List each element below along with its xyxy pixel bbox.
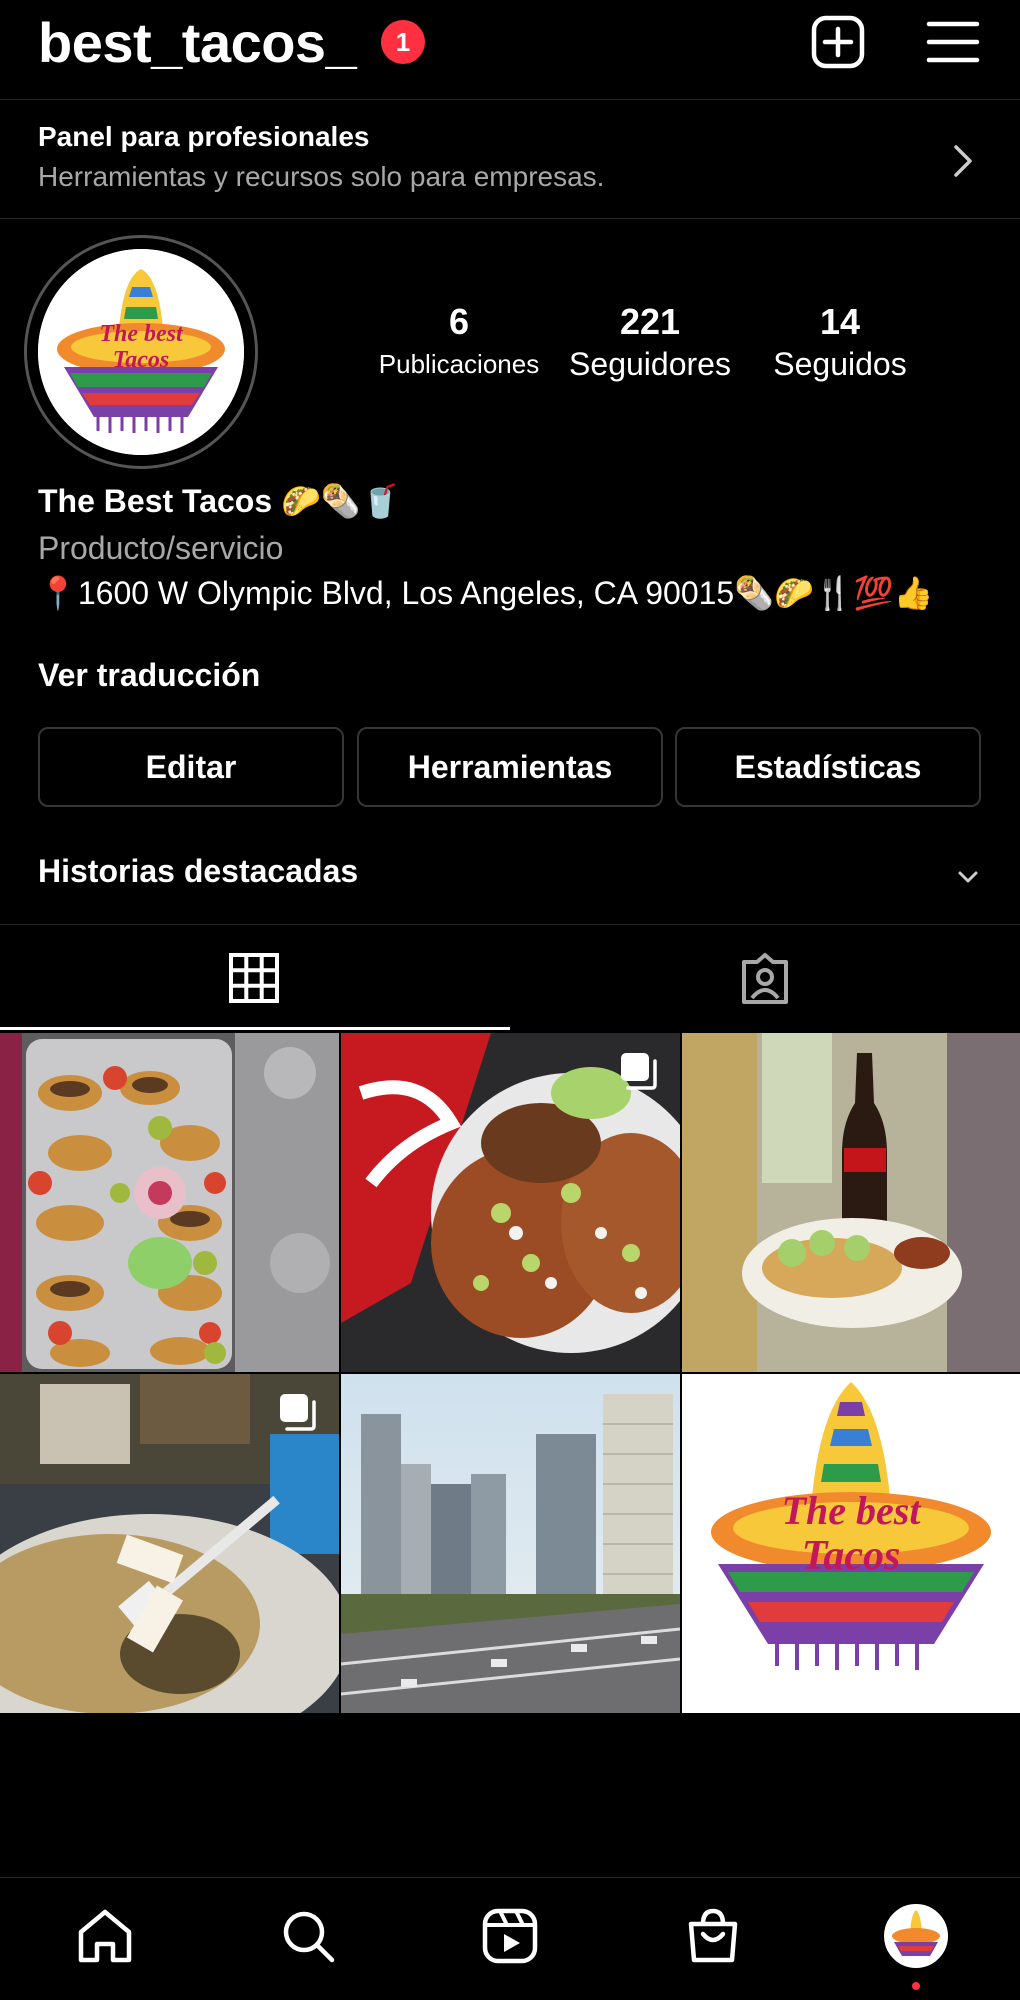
logo-post-text-line1: The best — [782, 1488, 923, 1533]
hamburger-menu-icon[interactable] — [925, 14, 981, 70]
stat-followers[interactable]: 221 Seguidores — [555, 300, 745, 384]
highlights-label: Historias destacadas — [38, 853, 359, 889]
notification-badge[interactable]: 1 — [381, 20, 425, 64]
logo-post-image: The best Tacos — [682, 1374, 1020, 1713]
stat-posts[interactable]: 6 Publicaciones — [370, 300, 548, 384]
post-thumbnail[interactable] — [0, 1033, 339, 1372]
stat-followers-label: Seguidores — [569, 346, 731, 382]
multi-photo-icon — [280, 1394, 316, 1431]
la-skyline-photo — [341, 1374, 680, 1713]
pro-panel-subtitle: Herramientas y recursos solo para empres… — [38, 161, 605, 192]
post-thumbnail[interactable] — [682, 1033, 1020, 1372]
post-thumbnail[interactable] — [341, 1374, 680, 1713]
stat-following-value: 14 — [819, 301, 861, 342]
profile-name: The Best Tacos 🌮🌯🥤 — [38, 483, 401, 519]
tacos-tray-photo — [0, 1033, 339, 1372]
story-highlights-row[interactable]: Historias destacadas — [0, 835, 1020, 925]
tab-posts-grid[interactable] — [0, 926, 510, 1030]
chevron-right-icon — [954, 145, 972, 177]
home-icon[interactable] — [75, 1906, 135, 1966]
see-translation-link[interactable]: Ver traducción — [38, 657, 260, 694]
sombrero-logo: The best Tacos — [38, 249, 244, 455]
mini-sombrero-logo — [892, 1910, 940, 1956]
stat-posts-value: 6 — [448, 301, 470, 342]
stat-posts-label: Publicaciones — [378, 349, 540, 379]
post-thumbnail[interactable]: The best Tacos — [682, 1374, 1020, 1713]
stat-followers-value: 221 — [619, 301, 681, 342]
profile-avatar[interactable] — [884, 1904, 948, 1968]
shop-icon[interactable] — [683, 1906, 743, 1966]
post-thumbnail[interactable] — [0, 1374, 339, 1713]
logo-text-line2: Tacos — [113, 347, 169, 373]
account-username[interactable]: best_tacos_ — [38, 8, 357, 78]
reels-icon[interactable] — [480, 1906, 540, 1966]
profile-avatar[interactable]: The best Tacos — [38, 249, 244, 455]
tagged-person-icon — [742, 953, 788, 1004]
search-icon[interactable] — [278, 1906, 338, 1966]
stat-following-label: Seguidos — [773, 346, 907, 382]
edit-profile-button[interactable]: Editar — [38, 727, 344, 807]
multi-photo-icon — [621, 1053, 657, 1090]
tab-tagged[interactable] — [510, 926, 1020, 1030]
professional-dashboard-banner[interactable]: Panel para profesionales Herramientas y … — [0, 101, 1020, 219]
profile-category: Producto/servicio — [38, 530, 284, 566]
bottom-navigation — [0, 1877, 1020, 2000]
activity-dot — [912, 1982, 920, 1990]
cola-nachos-photo — [682, 1033, 1020, 1372]
pro-panel-title: Panel para profesionales — [38, 121, 370, 152]
logo-post-text-line2: Tacos — [802, 1533, 901, 1579]
top-header: best_tacos_ 1 — [0, 0, 1020, 100]
logo-text-line1: The best — [99, 321, 184, 347]
stat-following[interactable]: 14 Seguidos — [755, 300, 925, 384]
profile-address: 📍1600 W Olympic Blvd, Los Angeles, CA 90… — [38, 575, 934, 611]
post-thumbnail[interactable] — [341, 1033, 680, 1372]
chevron-down-icon — [958, 871, 978, 883]
tools-button[interactable]: Herramientas — [357, 727, 663, 807]
insights-button[interactable]: Estadísticas — [675, 727, 981, 807]
plus-square-icon[interactable] — [810, 14, 866, 70]
grid-icon — [229, 953, 279, 1003]
